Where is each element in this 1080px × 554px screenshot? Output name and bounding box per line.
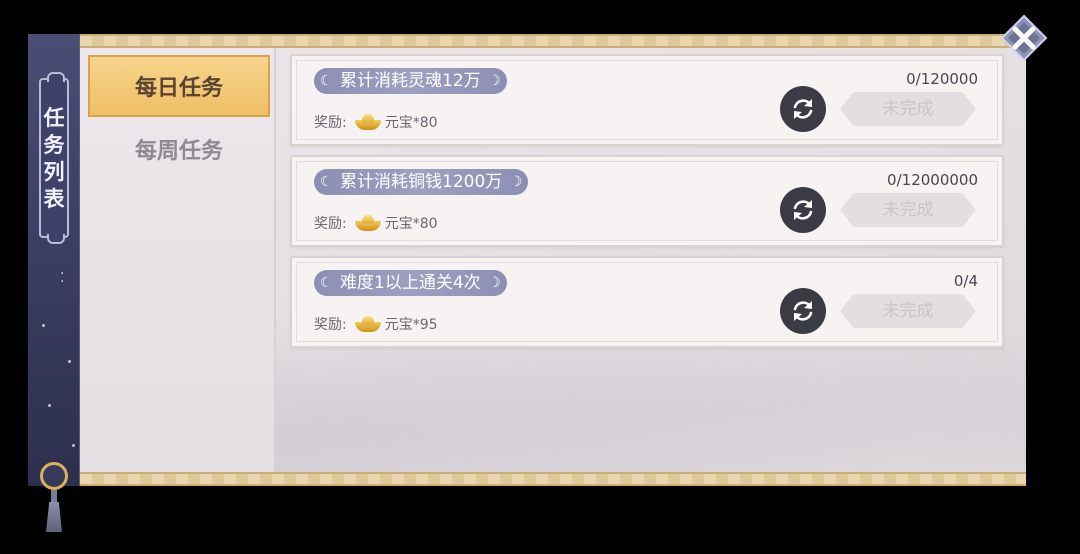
star-decoration xyxy=(48,404,51,407)
task-name: 累计消耗铜钱1200万 xyxy=(340,172,503,192)
reward-item: 元宝*80 xyxy=(384,216,438,232)
reward-label: 奖励: xyxy=(314,317,347,333)
crescent-moon-icon: ☾ xyxy=(320,174,333,190)
title-char: 务 xyxy=(43,132,65,157)
dot-divider: · · xyxy=(60,266,65,290)
task-name-pill: ☾ 难度1以上通关4次 ☽ xyxy=(314,270,507,296)
task-reward: 奖励: 元宝*95 xyxy=(314,314,438,334)
tassel xyxy=(46,502,62,532)
crescent-moon-icon: ☽ xyxy=(488,73,501,89)
task-card: ☾ 累计消耗灵魂12万 ☽ 0/120000 奖励: 元宝*80 未完成 xyxy=(290,54,1004,146)
reward-label: 奖励: xyxy=(314,115,347,131)
panel-title: 任 务 列 表 xyxy=(39,72,69,244)
tab-daily-tasks[interactable]: 每日任务 xyxy=(88,55,270,117)
gold-ingot-icon xyxy=(354,215,381,231)
task-name-pill: ☾ 累计消耗铜钱1200万 ☽ xyxy=(314,169,529,195)
status-incomplete-button[interactable]: 未完成 xyxy=(840,193,976,227)
task-reward: 奖励: 元宝*80 xyxy=(314,112,438,132)
crescent-moon-icon: ☽ xyxy=(509,174,523,190)
panel-top-border xyxy=(80,34,1026,48)
refresh-button[interactable] xyxy=(780,187,826,233)
panel-bottom-border xyxy=(80,472,1026,486)
title-char: 任 xyxy=(43,105,65,130)
task-name: 累计消耗灵魂12万 xyxy=(340,71,481,91)
star-decoration xyxy=(68,360,71,363)
star-decoration xyxy=(72,444,75,447)
tassel-cord xyxy=(51,490,57,502)
status-incomplete-button[interactable]: 未完成 xyxy=(840,294,976,328)
star-decoration xyxy=(42,324,45,327)
scroll-ring xyxy=(40,462,68,490)
title-char: 表 xyxy=(43,186,65,211)
refresh-icon xyxy=(793,200,813,220)
reward-label: 奖励: xyxy=(314,216,347,232)
reward-item: 元宝*80 xyxy=(384,115,438,131)
crescent-moon-icon: ☾ xyxy=(320,275,333,291)
task-progress: 0/12000000 xyxy=(887,171,978,189)
task-progress: 0/120000 xyxy=(906,70,978,88)
crescent-moon-icon: ☽ xyxy=(488,275,501,291)
tab-weekly-tasks[interactable]: 每周任务 xyxy=(88,118,270,180)
task-reward: 奖励: 元宝*80 xyxy=(314,213,438,233)
title-char: 列 xyxy=(43,159,65,184)
refresh-icon xyxy=(793,301,813,321)
crescent-moon-icon: ☾ xyxy=(320,73,333,89)
refresh-icon xyxy=(793,99,813,119)
task-card: ☾ 累计消耗铜钱1200万 ☽ 0/12000000 奖励: 元宝*80 未完成 xyxy=(290,155,1004,247)
close-icon xyxy=(1000,14,1048,62)
task-progress: 0/4 xyxy=(953,272,978,290)
refresh-button[interactable] xyxy=(780,288,826,334)
task-card: ☾ 难度1以上通关4次 ☽ 0/4 奖励: 元宝*95 未完成 xyxy=(290,256,1004,348)
task-name: 难度1以上通关4次 xyxy=(340,273,481,293)
gold-ingot-icon xyxy=(354,114,381,130)
gold-ingot-icon xyxy=(354,316,381,332)
status-incomplete-button[interactable]: 未完成 xyxy=(840,92,976,126)
task-name-pill: ☾ 累计消耗灵魂12万 ☽ xyxy=(314,68,507,94)
refresh-button[interactable] xyxy=(780,86,826,132)
close-button[interactable] xyxy=(1000,14,1048,62)
reward-item: 元宝*95 xyxy=(384,317,438,333)
